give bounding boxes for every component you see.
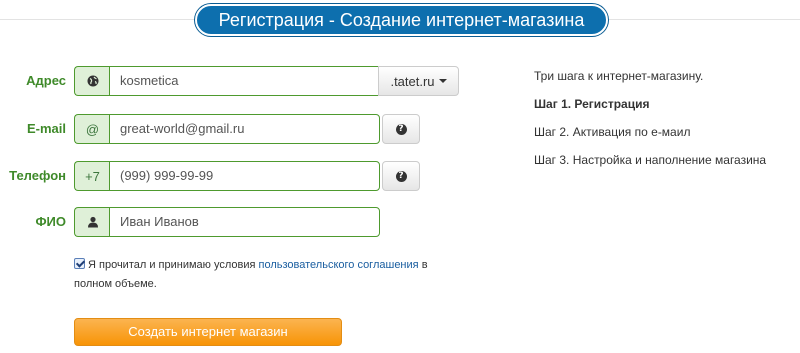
name-input[interactable]: Иван Иванов	[109, 207, 380, 237]
phone-label: Телефон	[9, 168, 66, 183]
step-item-3: Шаг 3. Настройка и наполнение магазина	[534, 153, 767, 167]
agreement-text: Я прочитал и принимаю условия пользовате…	[74, 256, 454, 294]
domain-dropdown[interactable]: .tatet.ru	[378, 66, 459, 96]
name-label: ФИО	[35, 214, 66, 229]
step-item-1: Шаг 1. Регистрация	[534, 97, 650, 111]
email-row: E-mail @ great-world@gmail.ru ?	[0, 114, 430, 144]
create-store-button[interactable]: Создать интернет магазин	[74, 318, 342, 346]
phone-prefix: +7	[74, 161, 110, 191]
phone-row: Телефон +7 (999) 999-99-99 ?	[0, 161, 430, 191]
address-input[interactable]: kosmetica	[109, 66, 379, 96]
step-item-2: Шаг 2. Активация по е-маил	[534, 125, 691, 139]
user-icon	[74, 207, 110, 237]
address-label: Адрес	[26, 73, 66, 88]
question-icon: ?	[395, 123, 407, 135]
email-label: E-mail	[26, 121, 66, 136]
agreement-text-before: Я прочитал и принимаю условия	[88, 259, 256, 271]
email-input[interactable]: great-world@gmail.ru	[109, 114, 380, 144]
at-icon: @	[74, 114, 110, 144]
question-icon: ?	[395, 170, 407, 182]
phone-input[interactable]: (999) 999-99-99	[109, 161, 380, 191]
email-help-button[interactable]: ?	[382, 114, 420, 144]
steps-intro: Три шага к интернет-магазину.	[534, 69, 704, 83]
agreement-checkbox[interactable]	[74, 258, 85, 269]
name-row: ФИО Иван Иванов	[0, 207, 390, 237]
page-title: Регистрация - Создание интернет-магазина	[195, 4, 608, 36]
phone-help-button[interactable]: ?	[382, 161, 420, 191]
address-row: Адрес kosmetica .tatet.ru	[0, 66, 470, 96]
caret-down-icon	[438, 79, 447, 83]
agreement-link[interactable]: пользовательского соглашения	[259, 259, 419, 271]
globe-icon	[74, 66, 110, 96]
domain-label: .tatet.ru	[390, 73, 435, 89]
